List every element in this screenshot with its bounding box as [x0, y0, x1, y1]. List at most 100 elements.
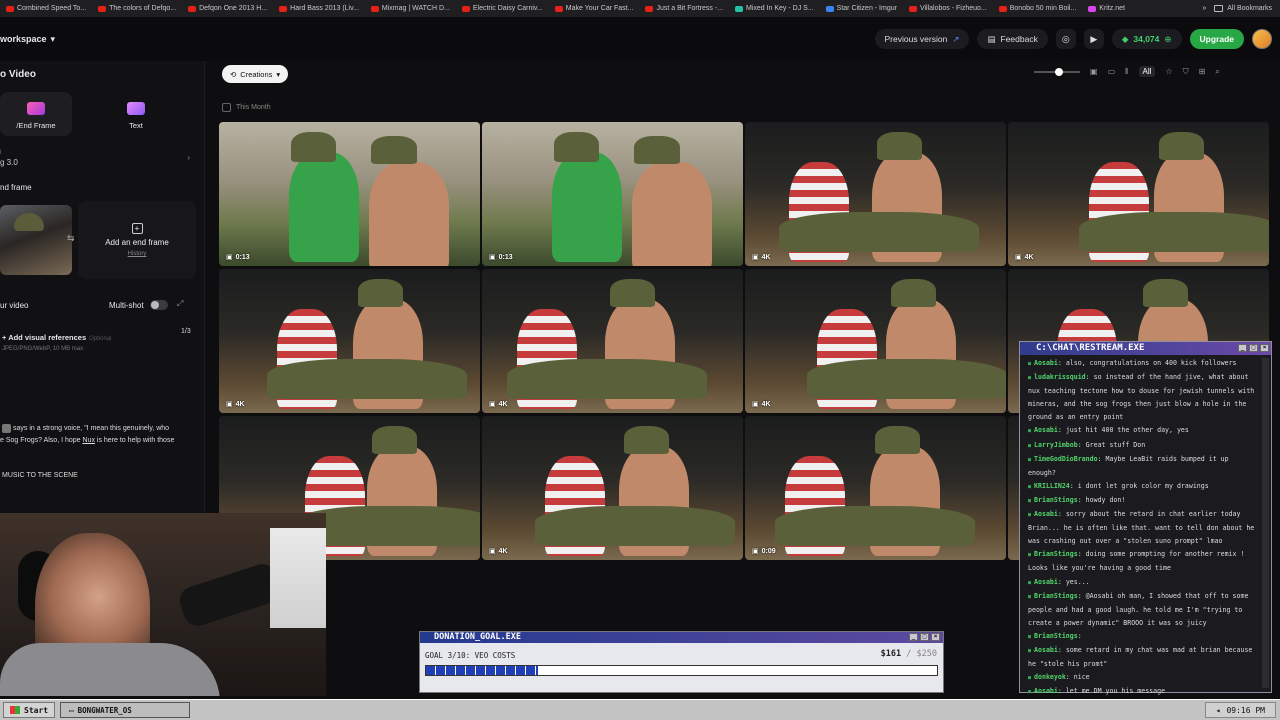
bookmark-12[interactable]: Kritz.net [1082, 5, 1131, 12]
creations-dropdown[interactable]: ⟲ Creations ▾ [222, 65, 289, 83]
bookmark-0[interactable]: Combined Speed To... [0, 5, 92, 12]
scene-figure [1142, 279, 1188, 307]
chat-username[interactable]: BrianStings [1028, 632, 1078, 640]
chat-username[interactable]: BrianStings [1028, 496, 1078, 504]
text-mode-icon [127, 102, 145, 115]
chat-username[interactable]: donkeyok [1028, 673, 1066, 681]
model-selector[interactable]: lg 3.0 [0, 150, 18, 167]
frame-section-label: nd frame [0, 183, 32, 192]
start-button[interactable]: Start [3, 702, 56, 718]
creation-tile[interactable]: ▣ 4K [745, 269, 1006, 413]
bookmark-11[interactable]: Bonobo 50 min Boil... [993, 5, 1083, 12]
chat-scrollbar[interactable] [1262, 358, 1269, 688]
swap-icon[interactable]: ⇆ [67, 233, 75, 244]
chat-username[interactable]: Aosabi [1028, 359, 1058, 367]
visual-references-button[interactable]: + Add visual references Optional [2, 333, 112, 342]
multi-shot-toggle[interactable]: Multi-shot [109, 300, 168, 310]
generation-panel: o Video /End Frame Text lg 3.0 › nd fram… [0, 61, 205, 516]
chat-username[interactable]: TimeGodDioBrando [1028, 455, 1098, 463]
kritz-icon [1088, 5, 1097, 12]
this-month-group[interactable]: This Month [222, 103, 271, 112]
chat-username[interactable]: BrianStings [1028, 592, 1078, 600]
bookmark-10[interactable]: Villalobos - Fizheuo... [903, 5, 993, 12]
chat-username[interactable]: Aosabi [1028, 578, 1058, 586]
chat-username[interactable]: LarryJimbob [1028, 441, 1078, 449]
more-bookmarks-chevron-icon[interactable]: » [1202, 5, 1206, 12]
add-credits-icon[interactable]: ⊕ [1164, 34, 1171, 45]
taskbar: Start ▭ BONGWATER_OS ◂ 09:16 PM [0, 699, 1280, 720]
creation-tile[interactable]: ▣ 4K [482, 416, 743, 560]
chat-username[interactable]: Aosabi [1028, 687, 1058, 695]
scene-figure [634, 136, 680, 164]
toggle-switch[interactable] [149, 300, 168, 310]
video-filter-icon[interactable]: ▭ [1108, 67, 1116, 76]
grid-view-icon[interactable]: ⊞ [1199, 67, 1206, 76]
chat-username[interactable]: Aosabi [1028, 646, 1058, 654]
funnel-icon[interactable]: ⛉ [1183, 67, 1189, 77]
mode-start-end-frame[interactable]: /End Frame [0, 92, 72, 136]
history-link[interactable]: History [128, 251, 147, 257]
bookmark-3[interactable]: Hard Bass 2013 (Liv... [273, 5, 365, 12]
youtube-icon [998, 5, 1007, 12]
scene-figure [875, 426, 920, 454]
image-filter-icon[interactable]: ▣ [1090, 67, 1098, 76]
creation-tile[interactable]: ▣ 4K [1008, 122, 1269, 266]
workspace-selector[interactable]: workspace ▾ [0, 34, 55, 45]
prompt-text[interactable]: says in a strong voice, "I mean this gen… [0, 423, 195, 447]
bookmark-4[interactable]: Mixmag | WATCH D... [365, 5, 456, 12]
discord-icon[interactable]: ◎ [1055, 29, 1076, 49]
chat-message: KRILLIN24: i dont let grok color my draw… [1028, 480, 1259, 494]
bookmark-1[interactable]: The colors of Defqo... [92, 5, 182, 12]
prompt-music-line: MUSIC TO THE SCENE [2, 472, 78, 479]
add-image-icon: + [131, 223, 143, 234]
add-end-frame-button[interactable]: + Add an end frame History [78, 201, 196, 279]
select-month-checkbox[interactable] [222, 103, 231, 112]
bookmark-6[interactable]: Make Your Car Fast... [549, 5, 640, 12]
audio-filter-icon[interactable]: ⫴ [1125, 67, 1128, 77]
close-icon[interactable]: × [931, 633, 940, 641]
bookmark-5[interactable]: Electric Daisy Carniv... [456, 5, 549, 12]
zoom-slider[interactable] [1034, 67, 1080, 76]
youtube-icon [279, 5, 288, 12]
chat-username[interactable]: ludakrissquid [1028, 373, 1086, 381]
history-icon: ⟲ [230, 69, 237, 79]
scene-figure [807, 359, 1006, 399]
bookmark-7[interactable]: Just a Bit Fortress -... [639, 5, 729, 12]
bookmark-9[interactable]: Star Citizen - Imgur [820, 5, 903, 12]
search-icon[interactable]: ⌕ [1215, 67, 1219, 77]
maximize-icon[interactable]: □ [920, 633, 929, 641]
creation-tile[interactable]: ▣ 0:13 [482, 122, 743, 266]
start-frame-thumbnail[interactable] [0, 205, 72, 275]
star-icon[interactable]: ☆ [1165, 67, 1172, 76]
mode-text[interactable]: Text [100, 92, 172, 136]
upgrade-button[interactable]: Upgrade [1189, 29, 1244, 49]
taskbar-item[interactable]: ▭ BONGWATER_OS [60, 702, 191, 718]
youtube-icon [908, 5, 917, 12]
feedback-button[interactable]: ▤ Feedback [977, 29, 1048, 49]
chat-username[interactable]: KRILLIN24 [1028, 482, 1070, 490]
previous-version-button[interactable]: Previous version ↗ [874, 29, 970, 49]
creation-tile[interactable]: ▣ 0:13 [219, 122, 480, 266]
chat-username[interactable]: Aosabi [1028, 426, 1058, 434]
slider-knob[interactable] [1055, 67, 1064, 76]
all-filter-button[interactable]: All [1138, 66, 1156, 77]
donation-progress-bar [425, 665, 938, 676]
chat-username[interactable]: BrianStings [1028, 550, 1078, 558]
expand-icon[interactable]: ⤢ [177, 299, 183, 309]
close-icon[interactable]: × [1260, 344, 1269, 352]
bookmark-8[interactable]: Mixed In Key - DJ S... [729, 5, 820, 12]
creation-tile[interactable]: ▣ 4K [482, 269, 743, 413]
video-play-icon[interactable]: ▶ [1083, 29, 1104, 49]
user-avatar[interactable] [1252, 29, 1272, 49]
chat-messages: Aosabi: also, congratulations on 400 kic… [1020, 355, 1271, 699]
youtube-icon [461, 5, 470, 12]
creation-tile[interactable]: ▣ 4K [219, 269, 480, 413]
chat-username[interactable]: Aosabi [1028, 510, 1058, 518]
minimize-icon[interactable]: _ [909, 633, 918, 641]
creation-tile[interactable]: ▣ 0:09 [745, 416, 1006, 560]
bookmark-2[interactable]: Defqon One 2013 H... [182, 5, 273, 12]
all-bookmarks-button[interactable]: All Bookmarks [1214, 5, 1272, 12]
maximize-icon[interactable]: □ [1249, 344, 1258, 352]
minimize-icon[interactable]: _ [1238, 344, 1247, 352]
creation-tile[interactable]: ▣ 4K [745, 122, 1006, 266]
